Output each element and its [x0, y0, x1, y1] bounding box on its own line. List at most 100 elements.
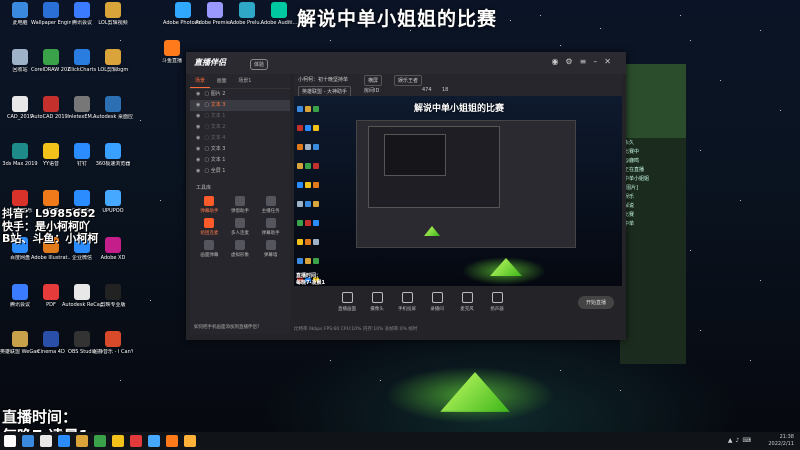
- keyboard-icon[interactable]: ⌨: [742, 437, 754, 444]
- visibility-icon[interactable]: ◉: [196, 124, 200, 130]
- desktop-icon[interactable]: Adobe XD: [93, 237, 133, 261]
- source-control-button[interactable]: 录播间: [424, 292, 450, 312]
- tool-label: 弹幕墙: [263, 253, 278, 258]
- preview-mini-icon: [297, 182, 303, 188]
- preview-mini-icon: [313, 220, 319, 226]
- taskbar-app-icon[interactable]: [76, 435, 88, 447]
- visibility-icon[interactable]: ◉: [196, 102, 200, 108]
- source-control-button[interactable]: 扬声器: [484, 292, 510, 312]
- tab-scene[interactable]: 场景: [190, 74, 211, 88]
- source-control-button[interactable]: 手机投屏: [394, 292, 420, 312]
- right-chat-window[interactable]: 永久 比赛中 @鹿鸣 正在直播 中单小姐姐 [图片] 娱乐 解说 比赛 中单: [620, 64, 686, 364]
- app-icon: [271, 2, 287, 18]
- star: [540, 15, 541, 16]
- titlebar-controls[interactable]: ◉⚙≡–✕: [551, 57, 618, 66]
- overlay-title: 解说中单小姐姐的比赛: [297, 8, 498, 30]
- source-control-button[interactable]: 直播画面: [334, 292, 360, 312]
- desktop-icon[interactable]: 剪映专业版: [93, 284, 133, 308]
- tray-icons[interactable]: ▲♪⌨: [728, 437, 754, 444]
- tool-button[interactable]: 画面弹幕: [194, 240, 225, 258]
- orientation-button[interactable]: 横屏: [364, 75, 383, 86]
- tool-button[interactable]: 组团连麦: [194, 218, 225, 236]
- visibility-icon[interactable]: ◉: [196, 168, 200, 174]
- taskbar-app-icon[interactable]: [184, 435, 196, 447]
- desktop-icon[interactable]: Adobe Auditi...: [259, 2, 299, 26]
- scene-item[interactable]: ◉ ▢ 图片 2: [190, 89, 290, 100]
- scene-item-label: 文本 2: [210, 124, 226, 130]
- taskbar-app-icon[interactable]: [40, 435, 52, 447]
- taskbar-app-icon[interactable]: [22, 435, 34, 447]
- desktop-icon[interactable]: 超静音乐 - I Can't Sto...: [93, 331, 133, 355]
- taskbar-app-icon[interactable]: [148, 435, 160, 447]
- scene-item[interactable]: ◉ ▢ 文本 1: [190, 155, 290, 166]
- desktop-icon[interactable]: 360极速浏览器: [93, 143, 133, 167]
- close-icon[interactable]: ✕: [604, 57, 618, 66]
- app-icon: [43, 190, 59, 206]
- tab-canvas[interactable]: 画面: [212, 74, 232, 87]
- preview-mini-icon: [297, 163, 303, 169]
- tool-icon: [265, 240, 276, 250]
- taskbar-app-icon[interactable]: [4, 435, 16, 447]
- start-live-button[interactable]: 开始直播: [577, 296, 614, 309]
- overlay-douyin: 抖音：L9985652: [2, 207, 96, 220]
- tool-button[interactable]: 虚拟形象: [225, 240, 256, 258]
- star: [700, 150, 701, 151]
- preview-mini-icon: [297, 201, 303, 207]
- visibility-icon[interactable]: ◉: [196, 157, 200, 163]
- clock[interactable]: 21:38 2022/2/11: [768, 434, 794, 448]
- star: [120, 40, 121, 41]
- visibility-icon[interactable]: ◉: [196, 146, 200, 152]
- scene-item[interactable]: ◉ ▢ 文本 2: [190, 122, 290, 133]
- tool-button[interactable]: 弹幕墙: [255, 240, 286, 258]
- taskbar-app-icon[interactable]: [94, 435, 106, 447]
- phone-hint-link[interactable]: 如何把手机画面添加到直播伴侣?: [194, 324, 259, 330]
- avatar-icon[interactable]: ◉: [551, 57, 565, 66]
- minimize-icon[interactable]: –: [593, 57, 604, 66]
- app-titlebar: 直播伴侣 体验 ◉⚙≡–✕: [186, 52, 626, 74]
- desktop-icon[interactable]: UPUPOO: [93, 190, 133, 214]
- streaming-app-window[interactable]: 直播伴侣 体验 ◉⚙≡–✕ 场景 画面 场景1 ◉ ▢ 图片 2 ◉ ▢ 文本 3 ◉ ▢…: [186, 52, 626, 340]
- preview-mini-icon: [313, 258, 319, 264]
- tab-scene1[interactable]: 场景1: [233, 74, 256, 87]
- tool-icon: [265, 218, 276, 228]
- visibility-icon[interactable]: ◉: [196, 91, 200, 97]
- scene-item[interactable]: ◉ ▢ 文本 3: [190, 100, 290, 111]
- desktop-icon[interactable]: LOL剪辑bgm: [93, 49, 133, 73]
- taskbar-app-icon[interactable]: [58, 435, 70, 447]
- tool-button[interactable]: 弹幕助手: [255, 218, 286, 236]
- taskbar-app-icon[interactable]: [166, 435, 178, 447]
- desktop-icon-label: 360极速浏览器: [95, 161, 131, 167]
- desktop-icon[interactable]: Autodesk 桌面应用程序: [93, 96, 133, 120]
- scene-item[interactable]: ◉ ▢ 文本 1: [190, 111, 290, 122]
- source-control-label: 麦克风: [460, 307, 474, 312]
- scene-item[interactable]: ◉ ▢ 文本 4: [190, 133, 290, 144]
- taskbar-app-icon[interactable]: [112, 435, 124, 447]
- taskbar: ▲♪⌨ 21:38 2022/2/11: [0, 432, 800, 450]
- scene-item-label: 文本 1: [210, 157, 226, 163]
- settings-icon[interactable]: ⚙: [565, 57, 579, 66]
- chat-line: 解说: [624, 203, 635, 209]
- scene-item[interactable]: ◉ ▢ 文本 3: [190, 144, 290, 155]
- live-preview[interactable]: 解说中单小姐姐的比赛 直播时间： 每晚7-凌晨1: [294, 96, 622, 286]
- visibility-icon[interactable]: ◉: [196, 135, 200, 141]
- tool-button[interactable]: 主播任务: [255, 196, 286, 214]
- source-control-button[interactable]: 摄像头: [364, 292, 390, 312]
- scene-item[interactable]: ◉ ▢ 全屏 1: [190, 166, 290, 177]
- scene-item-label: 文本 4: [210, 135, 226, 141]
- desktop-icon-label: Adobe Auditi...: [260, 20, 298, 26]
- tool-button[interactable]: 多人连麦: [225, 218, 256, 236]
- tool-button[interactable]: 弹幕助手: [194, 196, 225, 214]
- desktop-icon[interactable]: LOL剪辑视频: [93, 2, 133, 26]
- preview-mini-icon: [297, 106, 303, 112]
- star: [700, 330, 701, 331]
- app-icon: [105, 143, 121, 159]
- visibility-icon[interactable]: ◉: [196, 113, 200, 119]
- category-button[interactable]: 娱乐王者: [394, 75, 423, 86]
- taskbar-app-icon[interactable]: [130, 435, 142, 447]
- scene-item-label: 文本 3: [210, 146, 226, 152]
- menu-icon[interactable]: ≡: [580, 57, 594, 66]
- tool-label: 弹窗助手: [230, 209, 249, 214]
- tool-button[interactable]: 弹窗助手: [225, 196, 256, 214]
- source-control-button[interactable]: 麦克风: [454, 292, 480, 312]
- app-badge[interactable]: 体验: [250, 59, 269, 70]
